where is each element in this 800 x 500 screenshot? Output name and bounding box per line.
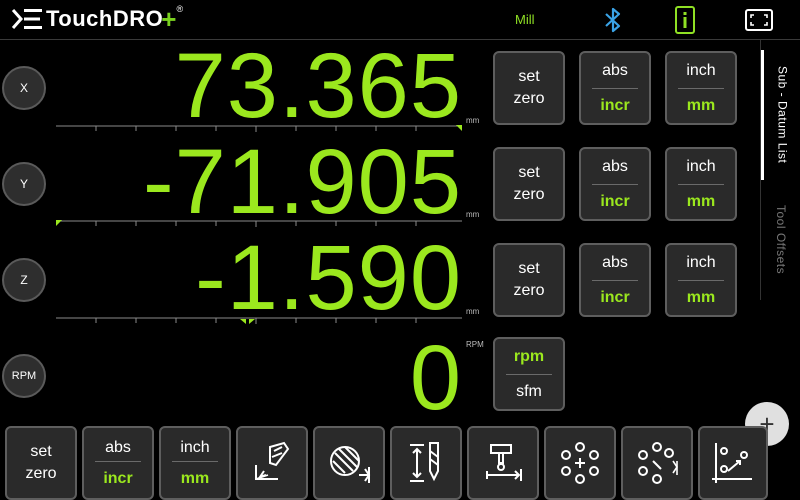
set-zero-z-button[interactable]: set zero [493, 243, 565, 317]
mm-label: mm [686, 96, 716, 114]
divider [172, 460, 218, 462]
axis-x-button[interactable]: X [2, 66, 46, 110]
inch-mm-x-button[interactable]: inch mm [665, 51, 737, 125]
info-icon[interactable] [668, 4, 702, 36]
inch-label: inch [686, 157, 716, 175]
drill-depth-button[interactable] [390, 426, 462, 500]
menu-icon[interactable] [10, 5, 44, 33]
unit-z: mm [466, 307, 480, 316]
incr-label: incr [600, 288, 630, 306]
readout-y[interactable]: -71.905 [143, 136, 462, 228]
set-zero-label: zero [513, 90, 545, 107]
abs-incr-y-button[interactable]: abs incr [579, 147, 651, 221]
inch-label: inch [686, 253, 716, 271]
set-zero-label: set [518, 260, 540, 278]
set-zero-label: zero [513, 186, 545, 203]
scale-bar-z [56, 317, 462, 324]
incr-label: incr [600, 192, 630, 210]
unit-x: mm [466, 116, 480, 125]
probe-icon [486, 444, 522, 481]
rpm-label: rpm [513, 347, 545, 365]
grid-pattern-icon [712, 443, 752, 483]
set-zero-label: set [518, 164, 540, 182]
inch-label: inch [180, 438, 210, 456]
unit-y: mm [466, 210, 480, 219]
mode-label[interactable]: Mill [515, 12, 535, 27]
probe-button[interactable] [467, 426, 539, 500]
end-mill-icon [330, 446, 371, 483]
unit-rpm: RPM [466, 340, 484, 349]
readout-rpm[interactable]: 0 [410, 332, 462, 424]
toolbar-inch-mm-button[interactable]: inch mm [159, 426, 231, 500]
divider [95, 460, 141, 462]
logo-registered: ® [176, 4, 184, 14]
tool-offset-icon [255, 441, 290, 480]
divider [592, 183, 638, 185]
bolt-circle-arc-icon [638, 442, 678, 484]
set-zero-y-button[interactable]: set zero [493, 147, 565, 221]
end-mill-button[interactable] [313, 426, 385, 500]
divider [506, 373, 552, 375]
divider [678, 279, 724, 281]
set-zero-label: zero [513, 282, 545, 299]
side-tabs: Sub - Datum List Tool Offsets [760, 40, 800, 300]
top-bar: TouchDRO + ® Mill [0, 0, 800, 40]
tab-tool-offsets[interactable]: Tool Offsets [761, 185, 800, 295]
app-logo[interactable]: TouchDRO + ® [10, 4, 183, 34]
axis-y-button[interactable]: Y [2, 162, 46, 206]
mm-label: mm [686, 288, 716, 306]
bluetooth-icon[interactable] [596, 4, 630, 36]
axis-rpm-button[interactable]: RPM [2, 354, 46, 398]
rpm-sfm-button[interactable]: rpm sfm [493, 337, 565, 411]
inch-mm-y-button[interactable]: inch mm [665, 147, 737, 221]
divider [678, 87, 724, 89]
incr-label: incr [103, 469, 133, 487]
set-zero-label: zero [25, 465, 57, 482]
readout-x[interactable]: 73.365 [175, 40, 462, 132]
bolt-circle-button[interactable] [544, 426, 616, 500]
drill-depth-icon [410, 442, 439, 482]
toolbar-abs-incr-button[interactable]: abs incr [82, 426, 154, 500]
divider [592, 279, 638, 281]
readout-z[interactable]: -1.590 [195, 232, 462, 324]
divider [678, 183, 724, 185]
abs-label: abs [602, 253, 628, 271]
bolt-circle-icon [561, 442, 599, 484]
mm-label: mm [686, 192, 716, 210]
divider [592, 87, 638, 89]
logo-text: TouchDRO [46, 6, 164, 31]
scale-bar-y [56, 220, 462, 227]
abs-label: abs [602, 61, 628, 79]
inch-mm-z-button[interactable]: inch mm [665, 243, 737, 317]
abs-incr-z-button[interactable]: abs incr [579, 243, 651, 317]
scale-bar-x [56, 125, 462, 132]
incr-label: incr [600, 96, 630, 114]
set-zero-label: set [30, 443, 52, 461]
tool-offset-button[interactable] [236, 426, 308, 500]
fullscreen-icon[interactable] [742, 4, 776, 36]
toolbar-set-zero-button[interactable]: set zero [5, 426, 77, 500]
axis-z-button[interactable]: Z [2, 258, 46, 302]
abs-incr-x-button[interactable]: abs incr [579, 51, 651, 125]
mm-label: mm [180, 469, 210, 487]
set-zero-label: set [518, 68, 540, 86]
bolt-circle-arc-button[interactable] [621, 426, 693, 500]
tab-sub-datum-list[interactable]: Sub - Datum List [761, 50, 800, 180]
abs-label: abs [602, 157, 628, 175]
set-zero-x-button[interactable]: set zero [493, 51, 565, 125]
inch-label: inch [686, 61, 716, 79]
sfm-label: sfm [516, 382, 542, 400]
logo-plus: + [161, 3, 177, 34]
grid-pattern-button[interactable] [698, 426, 768, 500]
abs-label: abs [105, 438, 131, 456]
